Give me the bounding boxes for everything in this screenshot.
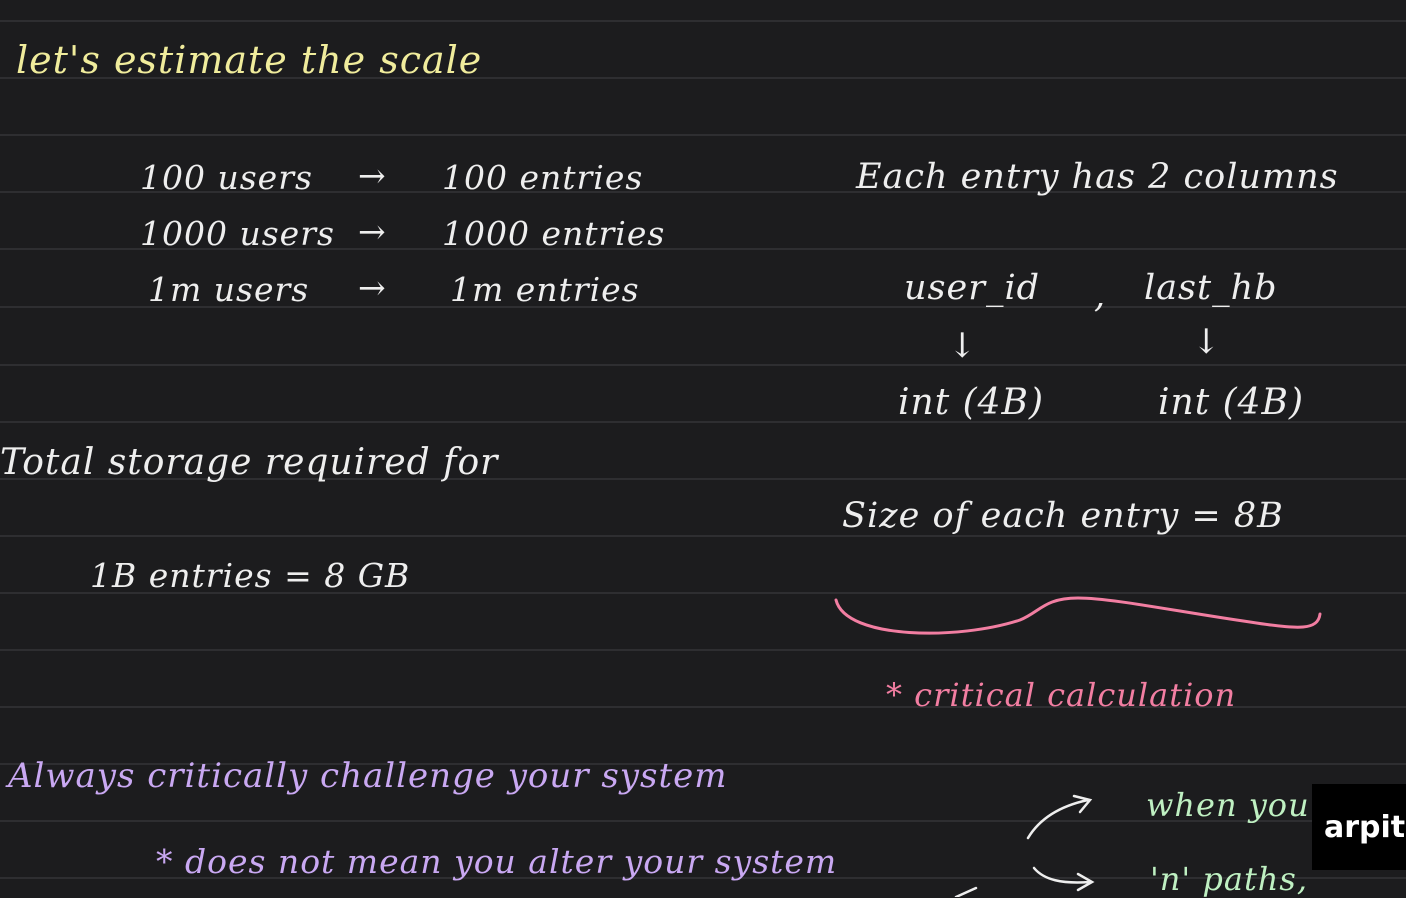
watermark-badge: arpit (1312, 784, 1406, 870)
right-note-line1: when you (1146, 786, 1310, 824)
watermark-text: arpit (1324, 809, 1406, 845)
branch-arrows (954, 794, 1095, 897)
right-note-line2: 'n' paths, (1150, 860, 1308, 898)
